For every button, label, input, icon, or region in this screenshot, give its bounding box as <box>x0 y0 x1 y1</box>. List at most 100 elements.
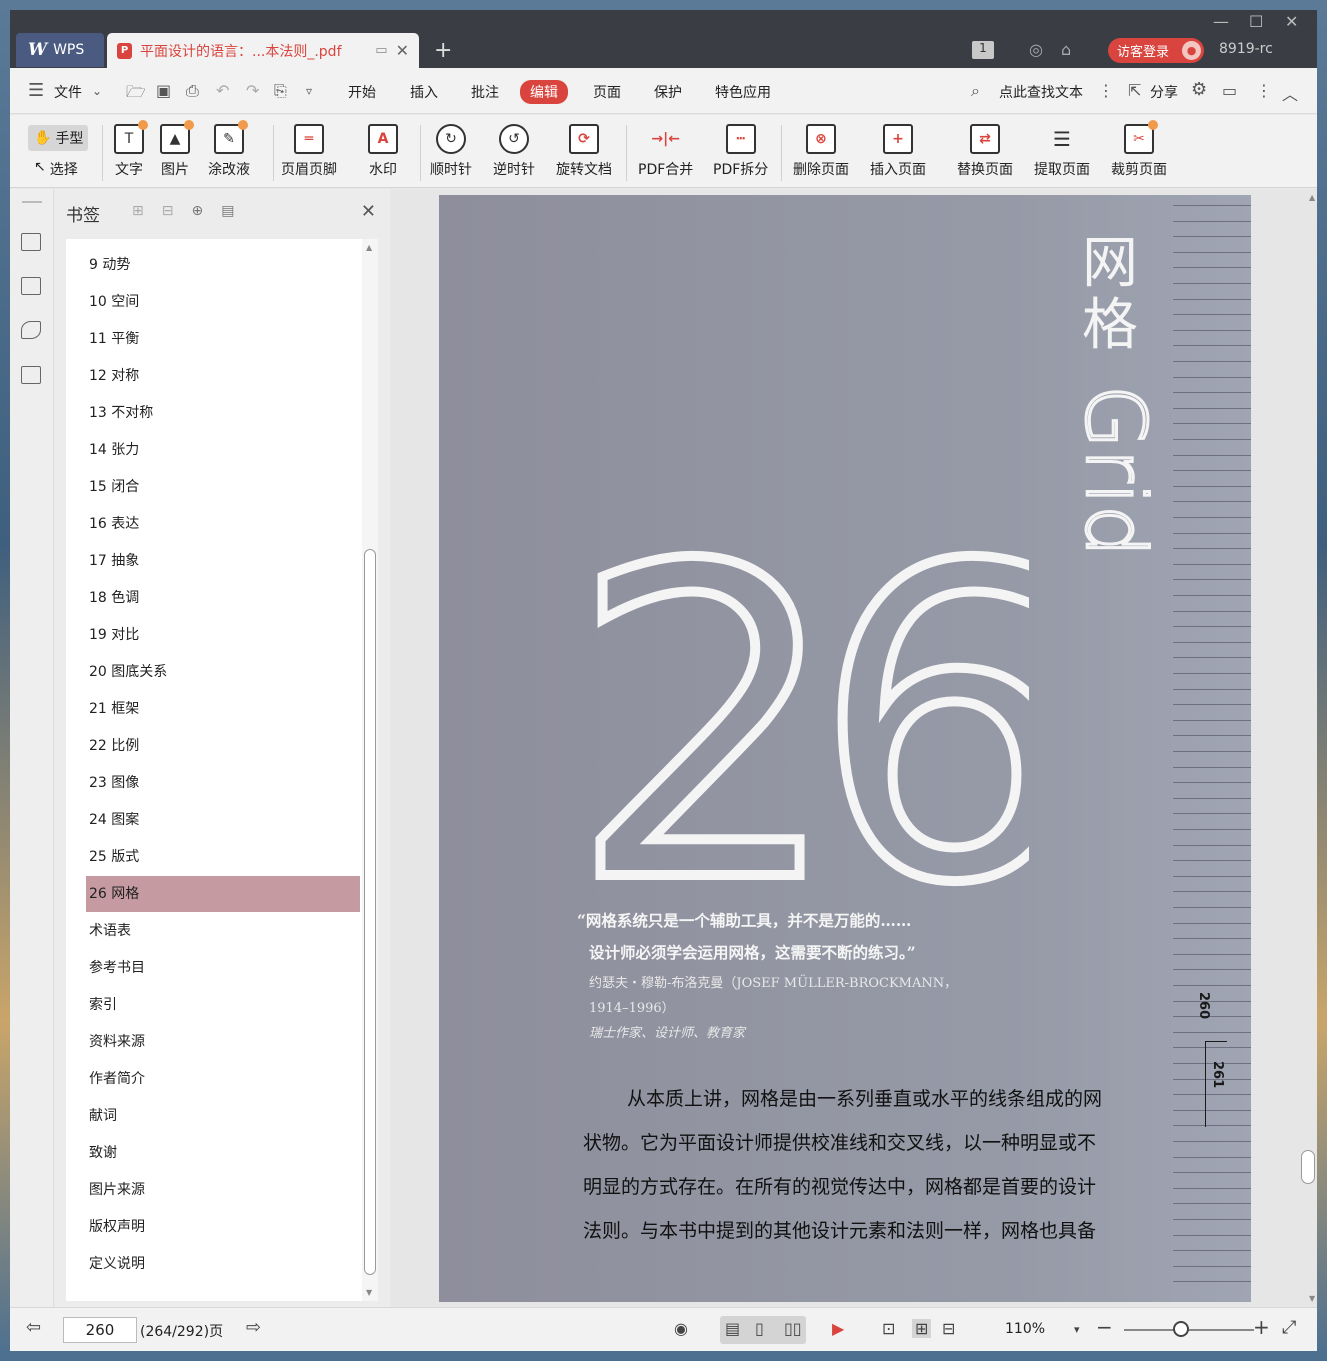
actual-size-icon[interactable]: ⊡ <box>882 1319 895 1338</box>
document-tab[interactable]: P 平面设计的语言：...本法则_.pdf ▭ ✕ <box>107 33 419 68</box>
export-icon[interactable]: ⎘ <box>274 81 287 101</box>
bookmark-item[interactable]: 22 比例 <box>86 728 360 764</box>
extract-page-button[interactable]: ☰ 提取页面 <box>1034 124 1090 179</box>
more-vert-icon-2[interactable]: ⋮ <box>1256 81 1272 100</box>
collapse-all-icon[interactable]: ⊟ <box>162 203 174 219</box>
new-tab-button[interactable]: + <box>434 38 452 63</box>
thumbnail-panel-icon[interactable] <box>21 277 41 295</box>
pdf-split-button[interactable]: ┅ PDF拆分 <box>713 124 768 179</box>
pdf-merge-button[interactable]: →|← PDF合并 <box>638 124 693 179</box>
zoom-dropdown-icon[interactable]: ▾ <box>1074 1323 1080 1336</box>
watermark-button[interactable]: A 水印 <box>368 124 398 179</box>
more-quick-icon[interactable]: ▿ <box>306 84 312 98</box>
sign-panel-icon[interactable] <box>21 366 41 384</box>
bookmark-icon[interactable]: ▤ <box>221 203 234 219</box>
minimize-icon[interactable]: — <box>1213 12 1229 31</box>
single-page-icon[interactable]: ▯ <box>755 1319 764 1338</box>
menu-edit[interactable]: 编辑 <box>520 80 568 104</box>
bookmark-item[interactable]: 资料来源 <box>86 1024 360 1060</box>
screen-icon[interactable]: ▭ <box>375 43 387 58</box>
menu-annotate[interactable]: 批注 <box>471 82 499 102</box>
bookmark-item[interactable]: 图片来源 <box>86 1172 360 1208</box>
text-button[interactable]: T 文字 <box>114 120 148 179</box>
zoom-out-icon[interactable]: − <box>1096 1315 1113 1339</box>
fit-page-icon[interactable]: ⊞ <box>912 1319 932 1338</box>
rotate-cw-button[interactable]: ↻ 顺时针 <box>430 124 472 179</box>
close-window-icon[interactable]: ✕ <box>1285 12 1298 31</box>
bookmark-item[interactable]: 参考书目 <box>86 950 360 986</box>
close-panel-icon[interactable]: ✕ <box>361 201 376 222</box>
prev-page-icon[interactable]: ⇦ <box>26 1317 41 1338</box>
window-count-badge[interactable]: 1 <box>972 41 994 59</box>
bookmark-item[interactable]: 版权声明 <box>86 1209 360 1245</box>
drag-handle[interactable] <box>22 201 42 203</box>
bookmark-item[interactable]: 21 框架 <box>86 691 360 727</box>
more-vert-icon[interactable]: ⋮ <box>1098 81 1114 100</box>
collapse-ribbon-icon[interactable]: ︿ <box>1282 81 1298 105</box>
bookmark-item[interactable]: 25 版式 <box>86 839 360 875</box>
bookmark-item[interactable]: 14 张力 <box>86 432 360 468</box>
bookmark-item[interactable]: 23 图像 <box>86 765 360 801</box>
whiteout-button[interactable]: ✎ 涂改液 <box>208 120 250 179</box>
bookmark-item[interactable]: 致谢 <box>86 1135 360 1171</box>
hamburger-icon[interactable]: ☰ <box>28 80 44 101</box>
bookmark-item[interactable]: 15 闭合 <box>86 469 360 505</box>
expand-all-icon[interactable]: ⊞ <box>132 203 144 219</box>
bookmark-item[interactable]: 9 动势 <box>86 247 360 283</box>
search-text-button[interactable]: 点此查找文本 <box>999 82 1083 102</box>
skin-icon[interactable]: ◎ <box>1029 40 1043 59</box>
document-canvas[interactable]: 网 格 Grid 26 “网格系统只是一个辅助工具，并不是万能的…… 设计师必须… <box>391 189 1317 1307</box>
page-number-input[interactable]: 260 <box>63 1317 137 1343</box>
bookmark-item[interactable]: 13 不对称 <box>86 395 360 431</box>
header-footer-button[interactable]: ═ 页眉页脚 <box>281 124 337 179</box>
menu-protect[interactable]: 保护 <box>654 82 682 102</box>
eye-care-icon[interactable]: ◉ <box>674 1319 688 1338</box>
bookmark-panel-icon[interactable] <box>21 233 41 251</box>
bookmark-item[interactable]: 索引 <box>86 987 360 1023</box>
play-icon[interactable]: ▶ <box>832 1319 844 1338</box>
next-page-icon[interactable]: ⇨ <box>246 1317 261 1338</box>
menu-insert[interactable]: 插入 <box>410 82 438 102</box>
bookmark-item[interactable]: 11 平衡 <box>86 321 360 357</box>
undo-icon[interactable]: ↶ <box>216 81 229 100</box>
fit-width-icon[interactable]: ⊟ <box>942 1319 955 1338</box>
bookmark-item[interactable]: 定义说明 <box>86 1246 360 1282</box>
bookmark-item[interactable]: 12 对称 <box>86 358 360 394</box>
file-menu[interactable]: 文件 <box>54 82 82 102</box>
rotate-ccw-button[interactable]: ↺ 逆时针 <box>493 124 535 179</box>
rotate-doc-button[interactable]: ⟳ 旋转文档 <box>556 124 612 179</box>
crop-page-button[interactable]: ✂ 裁剪页面 <box>1111 120 1167 179</box>
share-button[interactable]: 分享 <box>1150 82 1178 102</box>
bookmark-item[interactable]: 24 图案 <box>86 802 360 838</box>
continuous-view-icon[interactable]: ▤ <box>725 1319 740 1338</box>
bookmark-item[interactable]: 26 网格 <box>86 876 360 912</box>
shirt-icon[interactable]: ⌂ <box>1061 40 1071 59</box>
bookmark-item[interactable]: 17 抽象 <box>86 543 360 579</box>
bookmark-item[interactable]: 16 表达 <box>86 506 360 542</box>
bookmark-scrollbar[interactable]: ▲ ▼ <box>362 239 378 1301</box>
gear-icon[interactable]: ⚙ <box>1191 79 1207 100</box>
bookmark-item[interactable]: 献词 <box>86 1098 360 1134</box>
zoom-slider-knob[interactable] <box>1173 1321 1189 1337</box>
menu-special[interactable]: 特色应用 <box>715 82 771 102</box>
guest-login-button[interactable]: 访客登录 ● <box>1108 38 1204 63</box>
search-icon[interactable]: ⌕ <box>971 81 980 101</box>
bookmark-item[interactable]: 术语表 <box>86 913 360 949</box>
fullscreen-icon[interactable]: ⤢ <box>1282 1317 1296 1338</box>
bookmark-item[interactable]: 10 空间 <box>86 284 360 320</box>
delete-page-button[interactable]: ⊗ 删除页面 <box>793 124 849 179</box>
save-icon[interactable]: ▣ <box>156 81 171 100</box>
scroll-up-icon[interactable]: ▲ <box>366 243 372 252</box>
zoom-slider-track[interactable] <box>1124 1329 1254 1331</box>
replace-page-button[interactable]: ⇄ 替换页面 <box>957 124 1013 179</box>
annotation-panel-icon[interactable] <box>21 321 41 339</box>
image-button[interactable]: ▲ 图片 <box>160 120 194 179</box>
document-scroll-thumb[interactable] <box>1301 1150 1315 1184</box>
bookmark-scroll-thumb[interactable] <box>364 549 376 1275</box>
bookmark-item[interactable]: 作者简介 <box>86 1061 360 1097</box>
share-icon[interactable]: ⇱ <box>1128 81 1141 100</box>
scroll-down-icon[interactable]: ▼ <box>366 1288 372 1297</box>
menu-start[interactable]: 开始 <box>348 82 376 102</box>
chevron-down-icon[interactable]: ⌄ <box>92 84 102 98</box>
menu-page[interactable]: 页面 <box>593 82 621 102</box>
